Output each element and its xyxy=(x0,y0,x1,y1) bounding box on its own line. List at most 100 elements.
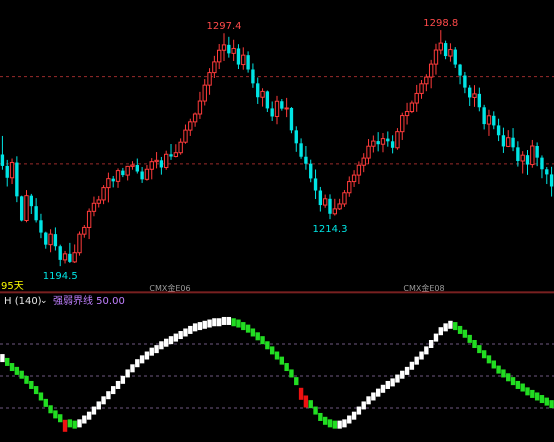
candle[interactable] xyxy=(246,51,250,73)
candle[interactable] xyxy=(328,194,332,220)
candle[interactable] xyxy=(140,167,144,183)
candle[interactable] xyxy=(111,175,115,188)
candle[interactable] xyxy=(86,208,92,240)
candle[interactable] xyxy=(125,165,130,181)
candle[interactable] xyxy=(212,55,217,78)
chart-canvas[interactable]: 1194.5 1297.4 1214.3 1298.8 CMX金E06 CMX金E08 xyxy=(0,0,554,442)
candle[interactable] xyxy=(428,59,434,89)
candle[interactable] xyxy=(337,198,342,210)
candle[interactable] xyxy=(294,126,298,152)
candle[interactable] xyxy=(492,111,496,130)
candle[interactable] xyxy=(472,85,477,107)
candle[interactable] xyxy=(135,158,139,174)
candle[interactable] xyxy=(217,43,222,70)
candle[interactable] xyxy=(91,196,97,217)
candle[interactable] xyxy=(274,95,280,125)
candle[interactable] xyxy=(96,195,101,208)
candle[interactable] xyxy=(535,142,539,167)
candle[interactable] xyxy=(241,47,246,70)
candle[interactable] xyxy=(332,198,337,216)
candle[interactable] xyxy=(400,112,405,140)
candle[interactable] xyxy=(376,132,380,152)
candle[interactable] xyxy=(53,227,58,251)
candle[interactable] xyxy=(322,194,328,208)
candle[interactable] xyxy=(299,138,303,159)
candle[interactable] xyxy=(477,87,482,112)
candle[interactable] xyxy=(202,79,207,106)
candle[interactable] xyxy=(39,213,43,239)
candle[interactable] xyxy=(159,156,164,175)
candle[interactable] xyxy=(178,138,183,155)
candle[interactable] xyxy=(361,153,366,173)
candle[interactable] xyxy=(433,43,439,75)
candle[interactable] xyxy=(9,158,15,185)
candle[interactable] xyxy=(516,141,520,167)
candle[interactable] xyxy=(390,135,395,154)
candle[interactable] xyxy=(256,77,260,104)
candle[interactable] xyxy=(101,185,106,205)
candle[interactable] xyxy=(468,85,472,106)
candle[interactable] xyxy=(265,90,270,112)
candle[interactable] xyxy=(419,80,424,99)
candle[interactable] xyxy=(34,198,38,223)
candle[interactable] xyxy=(15,156,19,203)
candle[interactable] xyxy=(58,244,62,267)
candle[interactable] xyxy=(231,39,236,61)
candle[interactable] xyxy=(149,158,154,180)
candle[interactable] xyxy=(342,190,347,207)
candle[interactable] xyxy=(347,176,352,197)
indicator-name[interactable]: H (140) xyxy=(4,296,42,308)
candle[interactable] xyxy=(192,112,198,127)
candle[interactable] xyxy=(207,68,212,95)
candle[interactable] xyxy=(356,161,362,185)
candle[interactable] xyxy=(404,102,410,125)
candle[interactable] xyxy=(29,193,33,215)
candle[interactable] xyxy=(106,172,111,203)
candle[interactable] xyxy=(154,152,159,169)
candle[interactable] xyxy=(545,167,549,185)
candle[interactable] xyxy=(511,128,515,152)
candle[interactable] xyxy=(68,242,72,264)
indicator-panel[interactable] xyxy=(0,316,554,432)
candle[interactable] xyxy=(221,33,227,61)
candle[interactable] xyxy=(183,124,188,144)
candle[interactable] xyxy=(0,135,5,170)
candle[interactable] xyxy=(173,144,179,158)
candle[interactable] xyxy=(395,128,400,150)
candle[interactable] xyxy=(115,168,121,188)
candle[interactable] xyxy=(77,231,82,256)
candle[interactable] xyxy=(284,97,289,118)
candle[interactable] xyxy=(448,43,453,62)
candle[interactable] xyxy=(313,169,318,200)
candle[interactable] xyxy=(24,190,29,223)
candle[interactable] xyxy=(164,150,169,170)
candle[interactable] xyxy=(482,104,486,130)
candle[interactable] xyxy=(443,40,448,60)
candle[interactable] xyxy=(453,47,457,68)
candle[interactable] xyxy=(188,118,193,136)
candle[interactable] xyxy=(280,99,284,111)
candle[interactable] xyxy=(304,146,308,170)
candle[interactable] xyxy=(530,139,535,168)
candle[interactable] xyxy=(82,224,87,238)
candle[interactable] xyxy=(386,131,390,147)
candle[interactable] xyxy=(486,109,492,136)
candle[interactable] xyxy=(458,63,462,85)
candle[interactable] xyxy=(496,118,501,142)
candle[interactable] xyxy=(506,130,511,148)
candle[interactable] xyxy=(424,74,429,92)
candle[interactable] xyxy=(409,100,415,114)
candle[interactable] xyxy=(309,159,313,183)
candle[interactable] xyxy=(414,84,419,112)
candle[interactable] xyxy=(236,44,241,70)
candle[interactable] xyxy=(44,231,48,249)
candle[interactable] xyxy=(501,127,506,153)
candle[interactable] xyxy=(366,139,371,164)
candle[interactable] xyxy=(289,107,294,134)
candle[interactable] xyxy=(144,165,150,181)
candle[interactable] xyxy=(540,155,544,179)
candle[interactable] xyxy=(121,167,125,178)
price-panel[interactable] xyxy=(0,30,554,267)
candle[interactable] xyxy=(169,143,173,160)
candle[interactable] xyxy=(525,150,530,175)
